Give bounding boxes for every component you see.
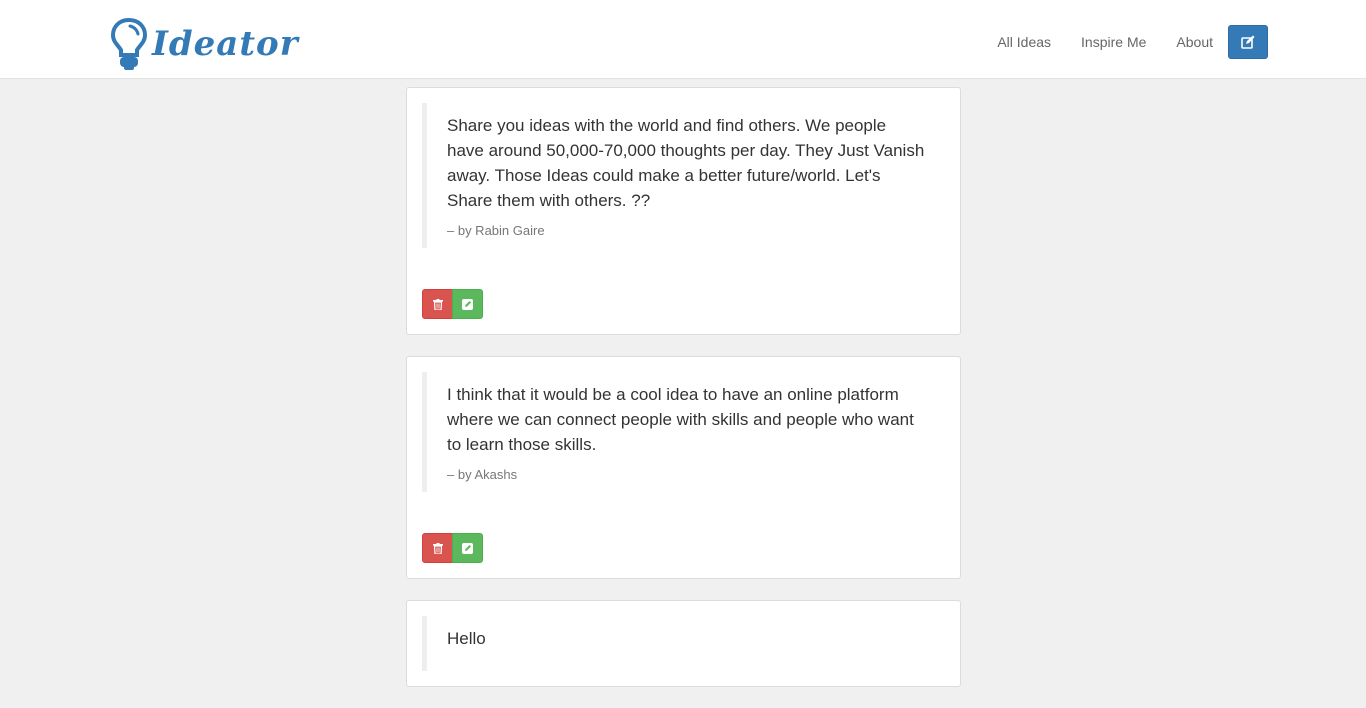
idea-text: Share you ideas with the world and find …: [447, 116, 925, 210]
edit-icon: [462, 542, 473, 554]
idea-author: – by Rabin Gaire: [447, 223, 545, 238]
edit-icon: [1241, 35, 1255, 49]
nav-about[interactable]: About: [1161, 24, 1228, 60]
new-idea-button[interactable]: [1228, 25, 1268, 59]
ideas-feed: Share you ideas with the world and find …: [406, 87, 961, 708]
navbar: Ideator All Ideas Inspire Me About: [0, 0, 1366, 79]
idea-card: Hello: [406, 600, 961, 687]
idea-quote: Share you ideas with the world and find …: [422, 103, 945, 248]
idea-author: – by Akashs: [447, 467, 518, 482]
trash-icon: [432, 298, 443, 310]
brand-logo[interactable]: Ideator: [110, 16, 299, 72]
lightbulb-icon: [110, 17, 148, 70]
edit-icon: [462, 298, 473, 310]
nav-links: All Ideas Inspire Me About: [982, 24, 1268, 60]
idea-actions: [422, 533, 945, 563]
nav-all-ideas[interactable]: All Ideas: [982, 24, 1066, 60]
idea-quote: Hello: [422, 616, 945, 671]
idea-card: I think that it would be a cool idea to …: [406, 356, 961, 579]
brand-name: Ideator: [152, 24, 299, 64]
idea-text: I think that it would be a cool idea to …: [447, 385, 914, 454]
edit-button[interactable]: [452, 289, 483, 319]
idea-quote: I think that it would be a cool idea to …: [422, 372, 945, 492]
nav-inspire-me[interactable]: Inspire Me: [1066, 24, 1161, 60]
idea-actions: [422, 289, 945, 319]
delete-button[interactable]: [422, 289, 453, 319]
trash-icon: [432, 542, 443, 554]
delete-button[interactable]: [422, 533, 453, 563]
idea-card: Share you ideas with the world and find …: [406, 87, 961, 335]
idea-text: Hello: [447, 629, 486, 648]
edit-button[interactable]: [452, 533, 483, 563]
